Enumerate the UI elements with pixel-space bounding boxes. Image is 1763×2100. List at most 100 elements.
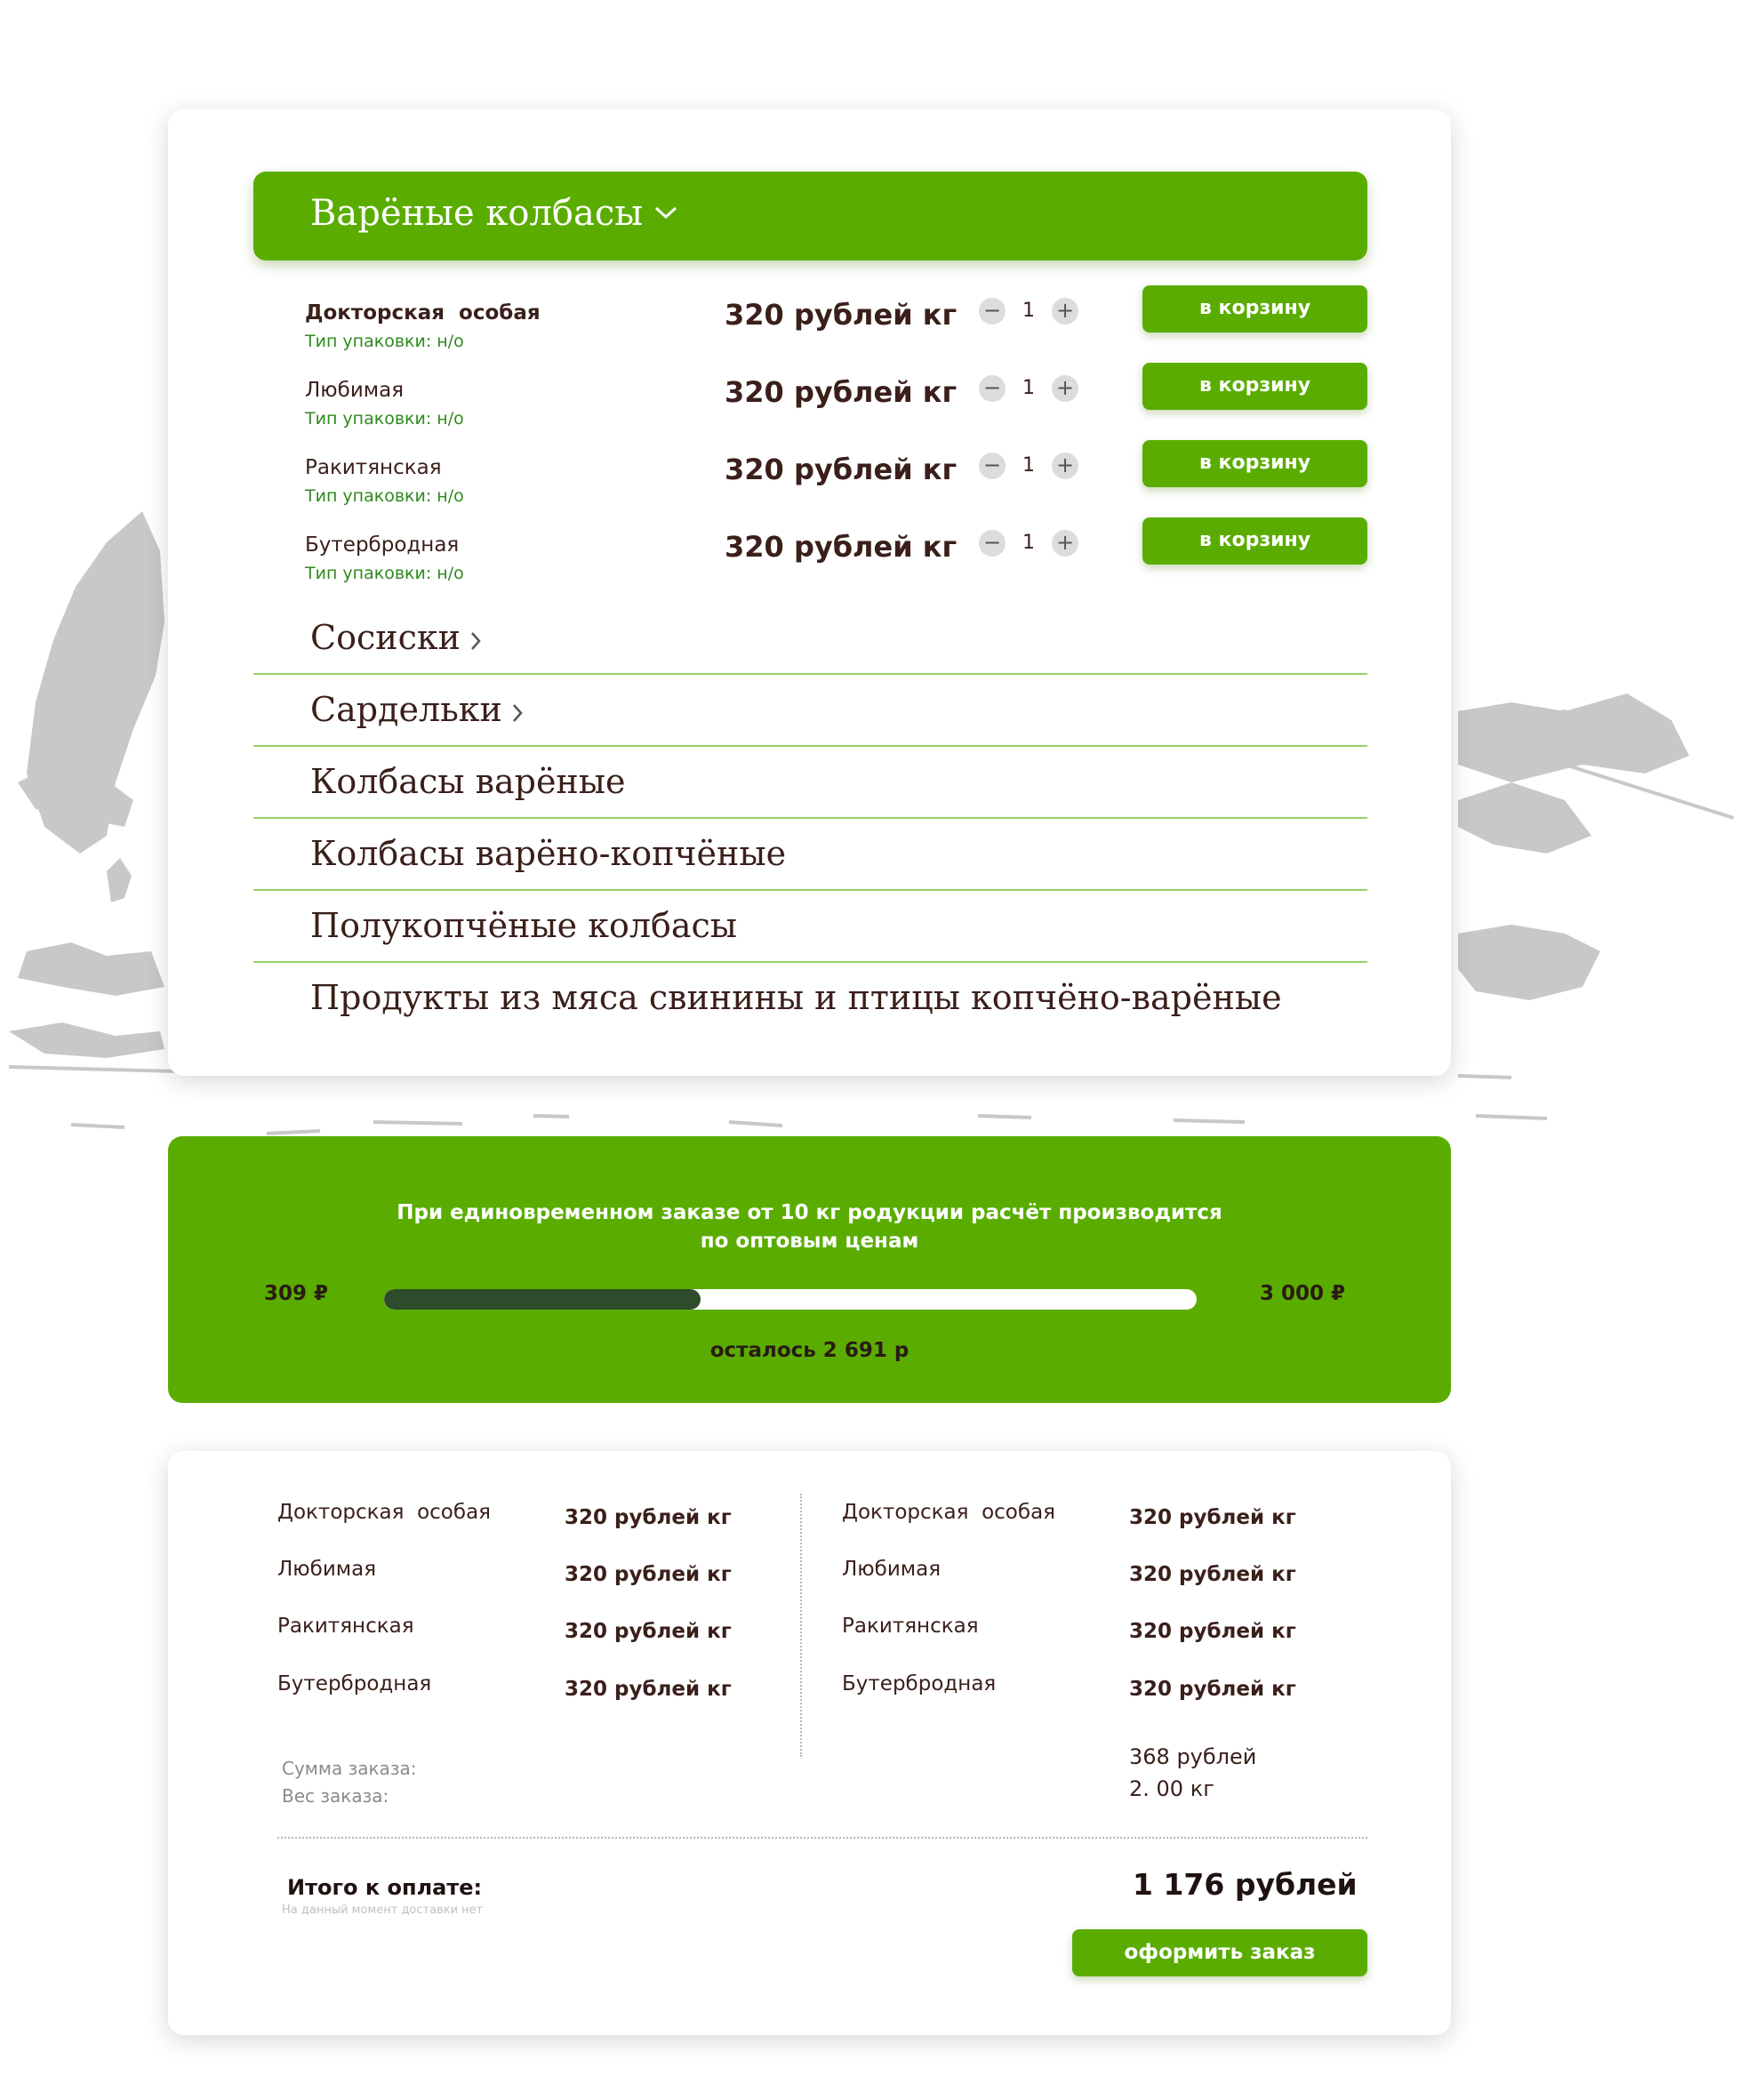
chevron-right-icon <box>512 703 523 722</box>
category-item-boiled[interactable]: Колбасы варёные <box>253 751 1367 822</box>
product-row: Бутербродная Тип упаковки: н/о 320 рубле… <box>253 517 1367 590</box>
order-item-name: Любимая <box>842 1558 942 1581</box>
delivery-note: На данный момент доставки нет <box>282 1904 484 1917</box>
order-sum-label: Сумма заказа: <box>282 1758 417 1779</box>
category-header-open[interactable]: Варёные колбасы <box>253 172 1367 260</box>
quantity-value: 1 <box>1022 300 1035 322</box>
order-row: Любимая 320 рублей кг <box>842 1558 1340 1611</box>
add-to-cart-button[interactable]: в корзину <box>1142 363 1367 410</box>
category-divider <box>253 817 1367 819</box>
order-item-name: Докторская особая <box>842 1501 1055 1524</box>
wholesale-note-line: по оптовым ценам <box>700 1230 919 1253</box>
product-name: Ракитянская <box>305 456 442 479</box>
category-divider <box>253 961 1367 963</box>
order-item-name: Ракитянская <box>277 1615 414 1638</box>
quantity-stepper: − 1 + <box>979 453 1078 481</box>
quantity-stepper: − 1 + <box>979 298 1078 326</box>
product-name: Докторская особая <box>305 301 541 325</box>
quantity-value: 1 <box>1022 454 1035 477</box>
order-row: Докторская особая 320 рублей кг <box>277 1501 775 1554</box>
category-item-pork-poultry[interactable]: Продукты из мяса свинины и птицы копчёно… <box>253 967 1367 1038</box>
category-divider <box>253 673 1367 675</box>
category-label: Колбасы варёные <box>310 762 626 801</box>
order-row: Ракитянская 320 рублей кг <box>277 1615 775 1668</box>
product-name: Любимая <box>305 379 405 402</box>
product-row: Докторская особая Тип упаковки: н/о 320 … <box>253 285 1367 358</box>
category-label: Сардельки <box>310 690 502 729</box>
product-row: Ракитянская Тип упаковки: н/о 320 рублей… <box>253 440 1367 513</box>
product-price: 320 рублей кг <box>725 453 958 486</box>
category-item-semi-smoked[interactable]: Полукопчёные колбасы <box>253 895 1367 966</box>
progress-bar <box>384 1289 1197 1310</box>
total-label: Итого к оплате: <box>287 1875 483 1900</box>
category-label: Продукты из мяса свинины и птицы копчёно… <box>310 978 1282 1017</box>
category-item-boiled-smoked[interactable]: Колбасы варёно-копчёные <box>253 823 1367 894</box>
order-row: Бутербродная 320 рублей кг <box>277 1672 775 1726</box>
checkout-button[interactable]: оформить заказ <box>1072 1929 1367 1976</box>
plus-icon[interactable]: + <box>1052 375 1078 402</box>
category-item-sardelki[interactable]: Сардельки <box>253 679 1367 750</box>
progress-target-value: 3 000 ₽ <box>1260 1282 1346 1305</box>
total-value: 1 176 рублей <box>1133 1867 1358 1902</box>
order-item-name: Бутербродная <box>842 1672 997 1695</box>
plus-icon[interactable]: + <box>1052 453 1078 479</box>
category-label: Полукопчёные колбасы <box>310 906 738 945</box>
category-divider <box>253 745 1367 747</box>
order-item-price: 320 рублей кг <box>565 1620 732 1643</box>
order-item-price: 320 рублей кг <box>1129 1678 1296 1701</box>
plus-icon[interactable]: + <box>1052 530 1078 557</box>
order-row: Бутербродная 320 рублей кг <box>842 1672 1340 1726</box>
order-row: Ракитянская 320 рублей кг <box>842 1615 1340 1668</box>
order-item-price: 320 рублей кг <box>565 1563 732 1586</box>
category-label: Сосиски <box>310 618 461 657</box>
order-row: Любимая 320 рублей кг <box>277 1558 775 1611</box>
wholesale-note: При единовременном заказе от 10 кг родук… <box>168 1198 1451 1255</box>
plus-icon[interactable]: + <box>1052 298 1078 325</box>
progress-remaining: осталось 2 691 р <box>709 1339 910 1362</box>
product-pack-type: Тип упаковки: н/о <box>305 564 464 583</box>
wholesale-progress-card: При единовременном заказе от 10 кг родук… <box>168 1136 1451 1403</box>
progress-bar-fill <box>384 1289 701 1310</box>
column-divider <box>800 1494 802 1757</box>
category-divider <box>253 889 1367 891</box>
order-sum-value: 368 рублей <box>1129 1744 1257 1769</box>
quantity-stepper: − 1 + <box>979 530 1078 558</box>
product-pack-type: Тип упаковки: н/о <box>305 409 464 429</box>
order-weight-value: 2. 00 кг <box>1129 1776 1214 1801</box>
chevron-right-icon <box>470 631 481 650</box>
product-pack-type: Тип упаковки: н/о <box>305 332 464 351</box>
order-item-name: Ракитянская <box>842 1615 979 1638</box>
chevron-down-icon <box>654 206 677 220</box>
add-to-cart-button[interactable]: в корзину <box>1142 517 1367 565</box>
product-pack-type: Тип упаковки: н/о <box>305 486 464 506</box>
quantity-value: 1 <box>1022 377 1035 399</box>
minus-icon[interactable]: − <box>979 530 1006 557</box>
order-item-name: Докторская особая <box>277 1501 491 1524</box>
product-row: Любимая Тип упаковки: н/о 320 рублей кг … <box>253 363 1367 436</box>
add-to-cart-button[interactable]: в корзину <box>1142 285 1367 333</box>
order-row: Докторская особая 320 рублей кг <box>842 1501 1340 1554</box>
order-item-price: 320 рублей кг <box>1129 1506 1296 1529</box>
order-item-price: 320 рублей кг <box>1129 1563 1296 1586</box>
catalog-card: Варёные колбасы Докторская особая Тип уп… <box>168 109 1451 1076</box>
summary-divider <box>277 1837 1367 1839</box>
category-header-title: Варёные колбасы <box>310 193 644 234</box>
minus-icon[interactable]: − <box>979 298 1006 325</box>
minus-icon[interactable]: − <box>979 375 1006 402</box>
category-item-sausages[interactable]: Сосиски <box>253 607 1367 678</box>
product-price: 320 рублей кг <box>725 298 958 332</box>
product-price: 320 рублей кг <box>725 530 958 564</box>
quantity-value: 1 <box>1022 532 1035 554</box>
order-item-name: Любимая <box>277 1558 377 1581</box>
add-to-cart-button[interactable]: в корзину <box>1142 440 1367 487</box>
order-item-price: 320 рублей кг <box>565 1678 732 1701</box>
minus-icon[interactable]: − <box>979 453 1006 479</box>
order-summary-card: Докторская особая 320 рублей кг Любимая … <box>168 1451 1451 2035</box>
wholesale-note-line: При единовременном заказе от 10 кг родук… <box>397 1201 1222 1224</box>
order-weight-label: Вес заказа: <box>282 1785 389 1807</box>
order-item-price: 320 рублей кг <box>1129 1620 1296 1643</box>
product-price: 320 рублей кг <box>725 375 958 409</box>
quantity-stepper: − 1 + <box>979 375 1078 404</box>
order-item-name: Бутербродная <box>277 1672 432 1695</box>
category-label: Колбасы варёно-копчёные <box>310 834 787 873</box>
